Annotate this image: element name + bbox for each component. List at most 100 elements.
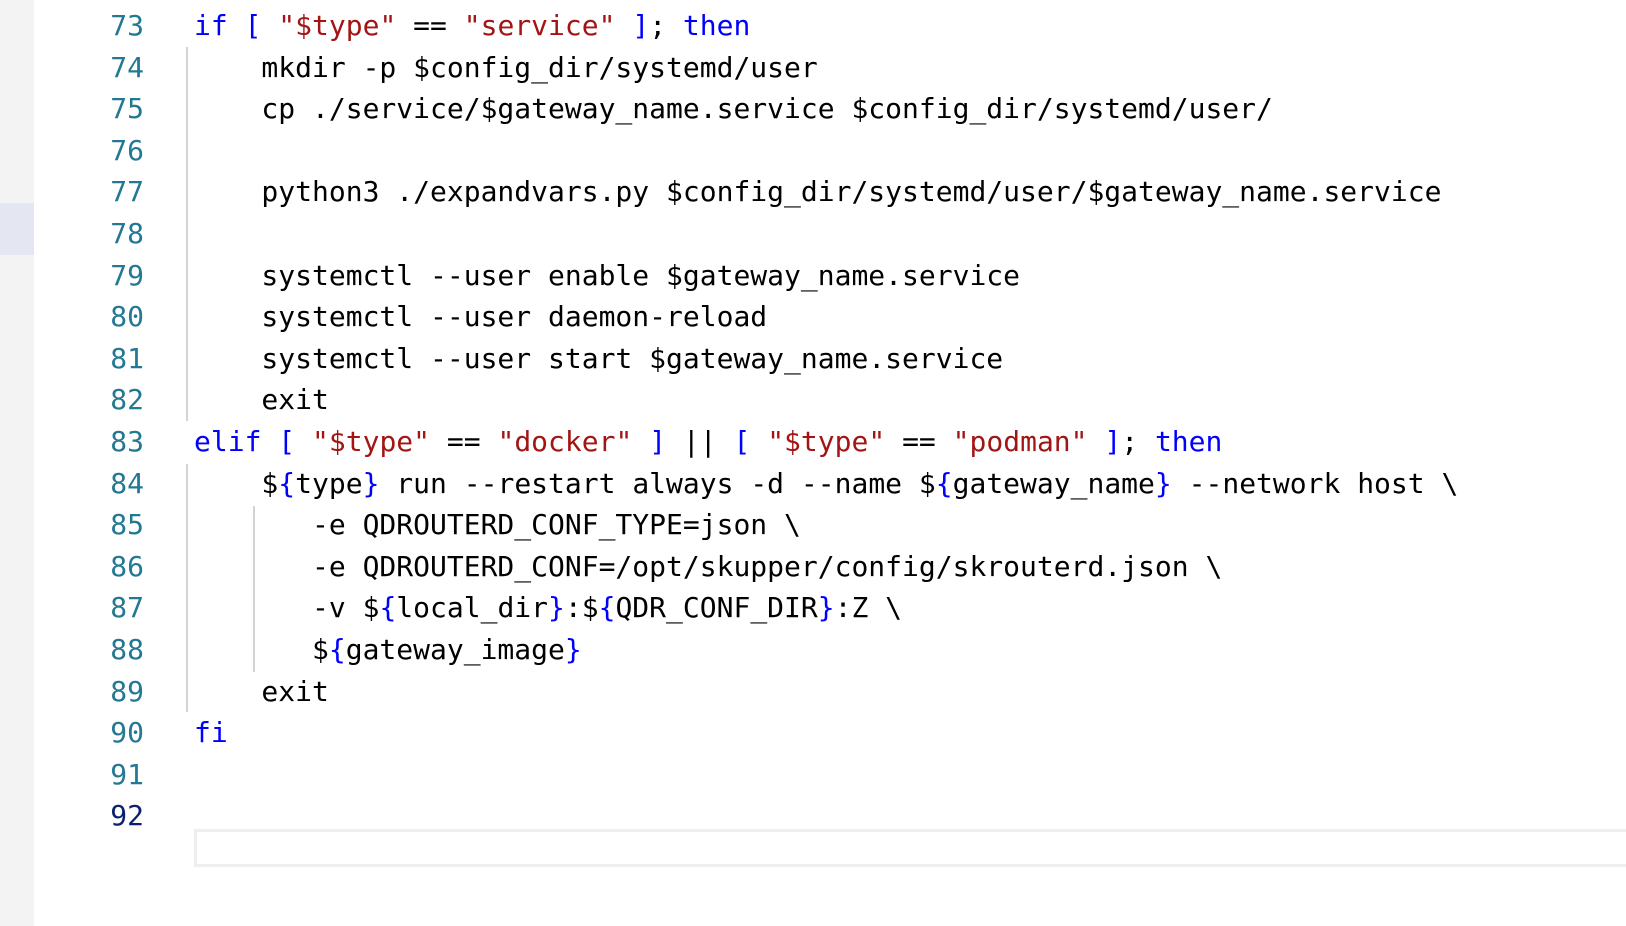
code-token: ; bbox=[1121, 425, 1155, 458]
current-line-highlight bbox=[194, 829, 1626, 867]
code-token: ; bbox=[649, 9, 683, 42]
code-token: type bbox=[295, 466, 363, 500]
string-token: "docker" bbox=[497, 425, 633, 458]
line-number: 92 bbox=[110, 799, 144, 833]
code-token: QDR_CONF_DIR bbox=[615, 591, 818, 625]
keyword-token: fi bbox=[194, 716, 228, 750]
code-line[interactable]: mkdir -p $config_dir/systemd/user bbox=[194, 46, 818, 89]
code-line[interactable]: systemctl --user enable $gateway_name.se… bbox=[194, 254, 1020, 297]
keyword-token: if bbox=[194, 9, 228, 42]
code-token: :$ bbox=[564, 591, 599, 625]
strip-highlight-marker bbox=[0, 203, 34, 255]
code-line[interactable]: -e QDROUTERD_CONF_TYPE=json \ bbox=[194, 503, 801, 546]
code-token: :Z \ bbox=[834, 591, 903, 625]
line-number: 91 bbox=[110, 757, 144, 791]
line-number: 76 bbox=[110, 133, 144, 167]
line-number: 75 bbox=[110, 92, 144, 126]
line-number: 74 bbox=[110, 50, 144, 84]
line-number: 80 bbox=[110, 300, 144, 334]
code-line[interactable]: exit bbox=[194, 378, 329, 421]
keyword-token: { bbox=[935, 466, 953, 500]
keyword-token: then bbox=[682, 9, 751, 42]
keyword-token: { bbox=[278, 466, 296, 500]
string-token: "$type" bbox=[767, 425, 886, 458]
keyword-token: [ bbox=[278, 425, 296, 458]
string-token: "$type" bbox=[312, 425, 431, 458]
code-token: $ bbox=[194, 466, 279, 500]
line-number: 85 bbox=[110, 508, 144, 542]
code-token: run --restart always -d --name $ bbox=[379, 466, 936, 500]
code-area[interactable]: if [ "$type" == "service" ]; then mkdir … bbox=[186, 0, 1626, 926]
code-token: == bbox=[430, 425, 498, 458]
keyword-token: then bbox=[1154, 425, 1223, 458]
code-token: == bbox=[396, 9, 464, 42]
indent-guide bbox=[186, 47, 188, 421]
line-number: 82 bbox=[110, 383, 144, 417]
keyword-token: ] bbox=[632, 9, 650, 42]
editor-left-strip bbox=[0, 0, 34, 926]
string-token: "service" bbox=[463, 9, 616, 42]
keyword-token: [ bbox=[244, 9, 262, 42]
code-token: --network host \ bbox=[1171, 466, 1459, 500]
line-number-gutter: 73 74 75 76 77 78 79 80 81 82 83 84 85 86 87 88 89 90 91 92 bbox=[34, 0, 144, 926]
code-token: == bbox=[885, 425, 953, 458]
keyword-token: { bbox=[328, 633, 346, 666]
keyword-token: [ bbox=[733, 425, 751, 458]
code-token: gateway_image bbox=[345, 633, 565, 666]
string-token: "podman" bbox=[952, 425, 1088, 458]
code-token: gateway_name bbox=[952, 466, 1155, 500]
line-number: 81 bbox=[110, 341, 144, 375]
line-number: 84 bbox=[110, 466, 144, 500]
line-number: 86 bbox=[110, 549, 144, 583]
code-token: systemctl --user enable $gateway_name.se… bbox=[194, 258, 1021, 292]
code-token: -e QDROUTERD_CONF_TYPE=json \ bbox=[194, 508, 801, 542]
keyword-token: } bbox=[1154, 466, 1172, 500]
code-line[interactable]: python3 ./expandvars.py $config_dir/syst… bbox=[194, 170, 1441, 213]
code-token: $ bbox=[194, 633, 329, 666]
code-token: systemctl --user daemon-reload bbox=[194, 300, 768, 334]
line-number: 88 bbox=[110, 633, 144, 666]
code-token: mkdir -p $config_dir/systemd/user bbox=[194, 50, 818, 84]
code-line[interactable]: cp ./service/$gateway_name.service $conf… bbox=[194, 87, 1273, 130]
code-line[interactable]: if [ "$type" == "service" ]; then bbox=[194, 4, 750, 47]
code-token: exit bbox=[194, 674, 329, 708]
line-number: 73 bbox=[110, 9, 144, 42]
code-line[interactable]: -e QDROUTERD_CONF=/opt/skupper/config/sk… bbox=[194, 545, 1222, 588]
code-line[interactable]: fi bbox=[194, 711, 228, 754]
keyword-token: ] bbox=[1104, 425, 1122, 458]
code-line[interactable]: ${type} run --restart always -d --name $… bbox=[194, 462, 1458, 505]
keyword-token: { bbox=[598, 591, 616, 625]
code-line[interactable]: systemctl --user start $gateway_name.ser… bbox=[194, 337, 1003, 380]
keyword-token: ] bbox=[649, 425, 667, 458]
code-token: systemctl --user start $gateway_name.ser… bbox=[194, 341, 1004, 375]
keyword-token: } bbox=[362, 466, 380, 500]
keyword-token: elif bbox=[194, 425, 262, 458]
code-line[interactable]: -v ${local_dir}:${QDR_CONF_DIR}:Z \ bbox=[194, 586, 902, 629]
code-token: exit bbox=[194, 383, 329, 417]
code-line[interactable]: exit bbox=[194, 670, 329, 713]
code-token: cp ./service/$gateway_name.service $conf… bbox=[194, 92, 1273, 126]
keyword-token: { bbox=[379, 591, 397, 625]
line-number: 89 bbox=[110, 674, 144, 708]
code-token: || bbox=[666, 425, 734, 458]
code-line[interactable]: elif [ "$type" == "docker" ] || [ "$type… bbox=[194, 420, 1222, 463]
code-line[interactable]: ${gateway_image} bbox=[194, 628, 582, 671]
line-number: 83 bbox=[110, 425, 144, 458]
line-number: 77 bbox=[110, 175, 144, 209]
code-line[interactable]: systemctl --user daemon-reload bbox=[194, 295, 767, 338]
line-number: 78 bbox=[110, 217, 144, 250]
string-token: "$type" bbox=[278, 9, 397, 42]
code-token: python3 ./expandvars.py $config_dir/syst… bbox=[194, 175, 1442, 209]
line-number: 90 bbox=[110, 716, 144, 750]
keyword-token: } bbox=[564, 633, 582, 666]
code-editor[interactable]: 73 74 75 76 77 78 79 80 81 82 83 84 85 86 87 88 89 90 91 92… bbox=[0, 0, 1626, 926]
keyword-token: } bbox=[548, 591, 565, 625]
